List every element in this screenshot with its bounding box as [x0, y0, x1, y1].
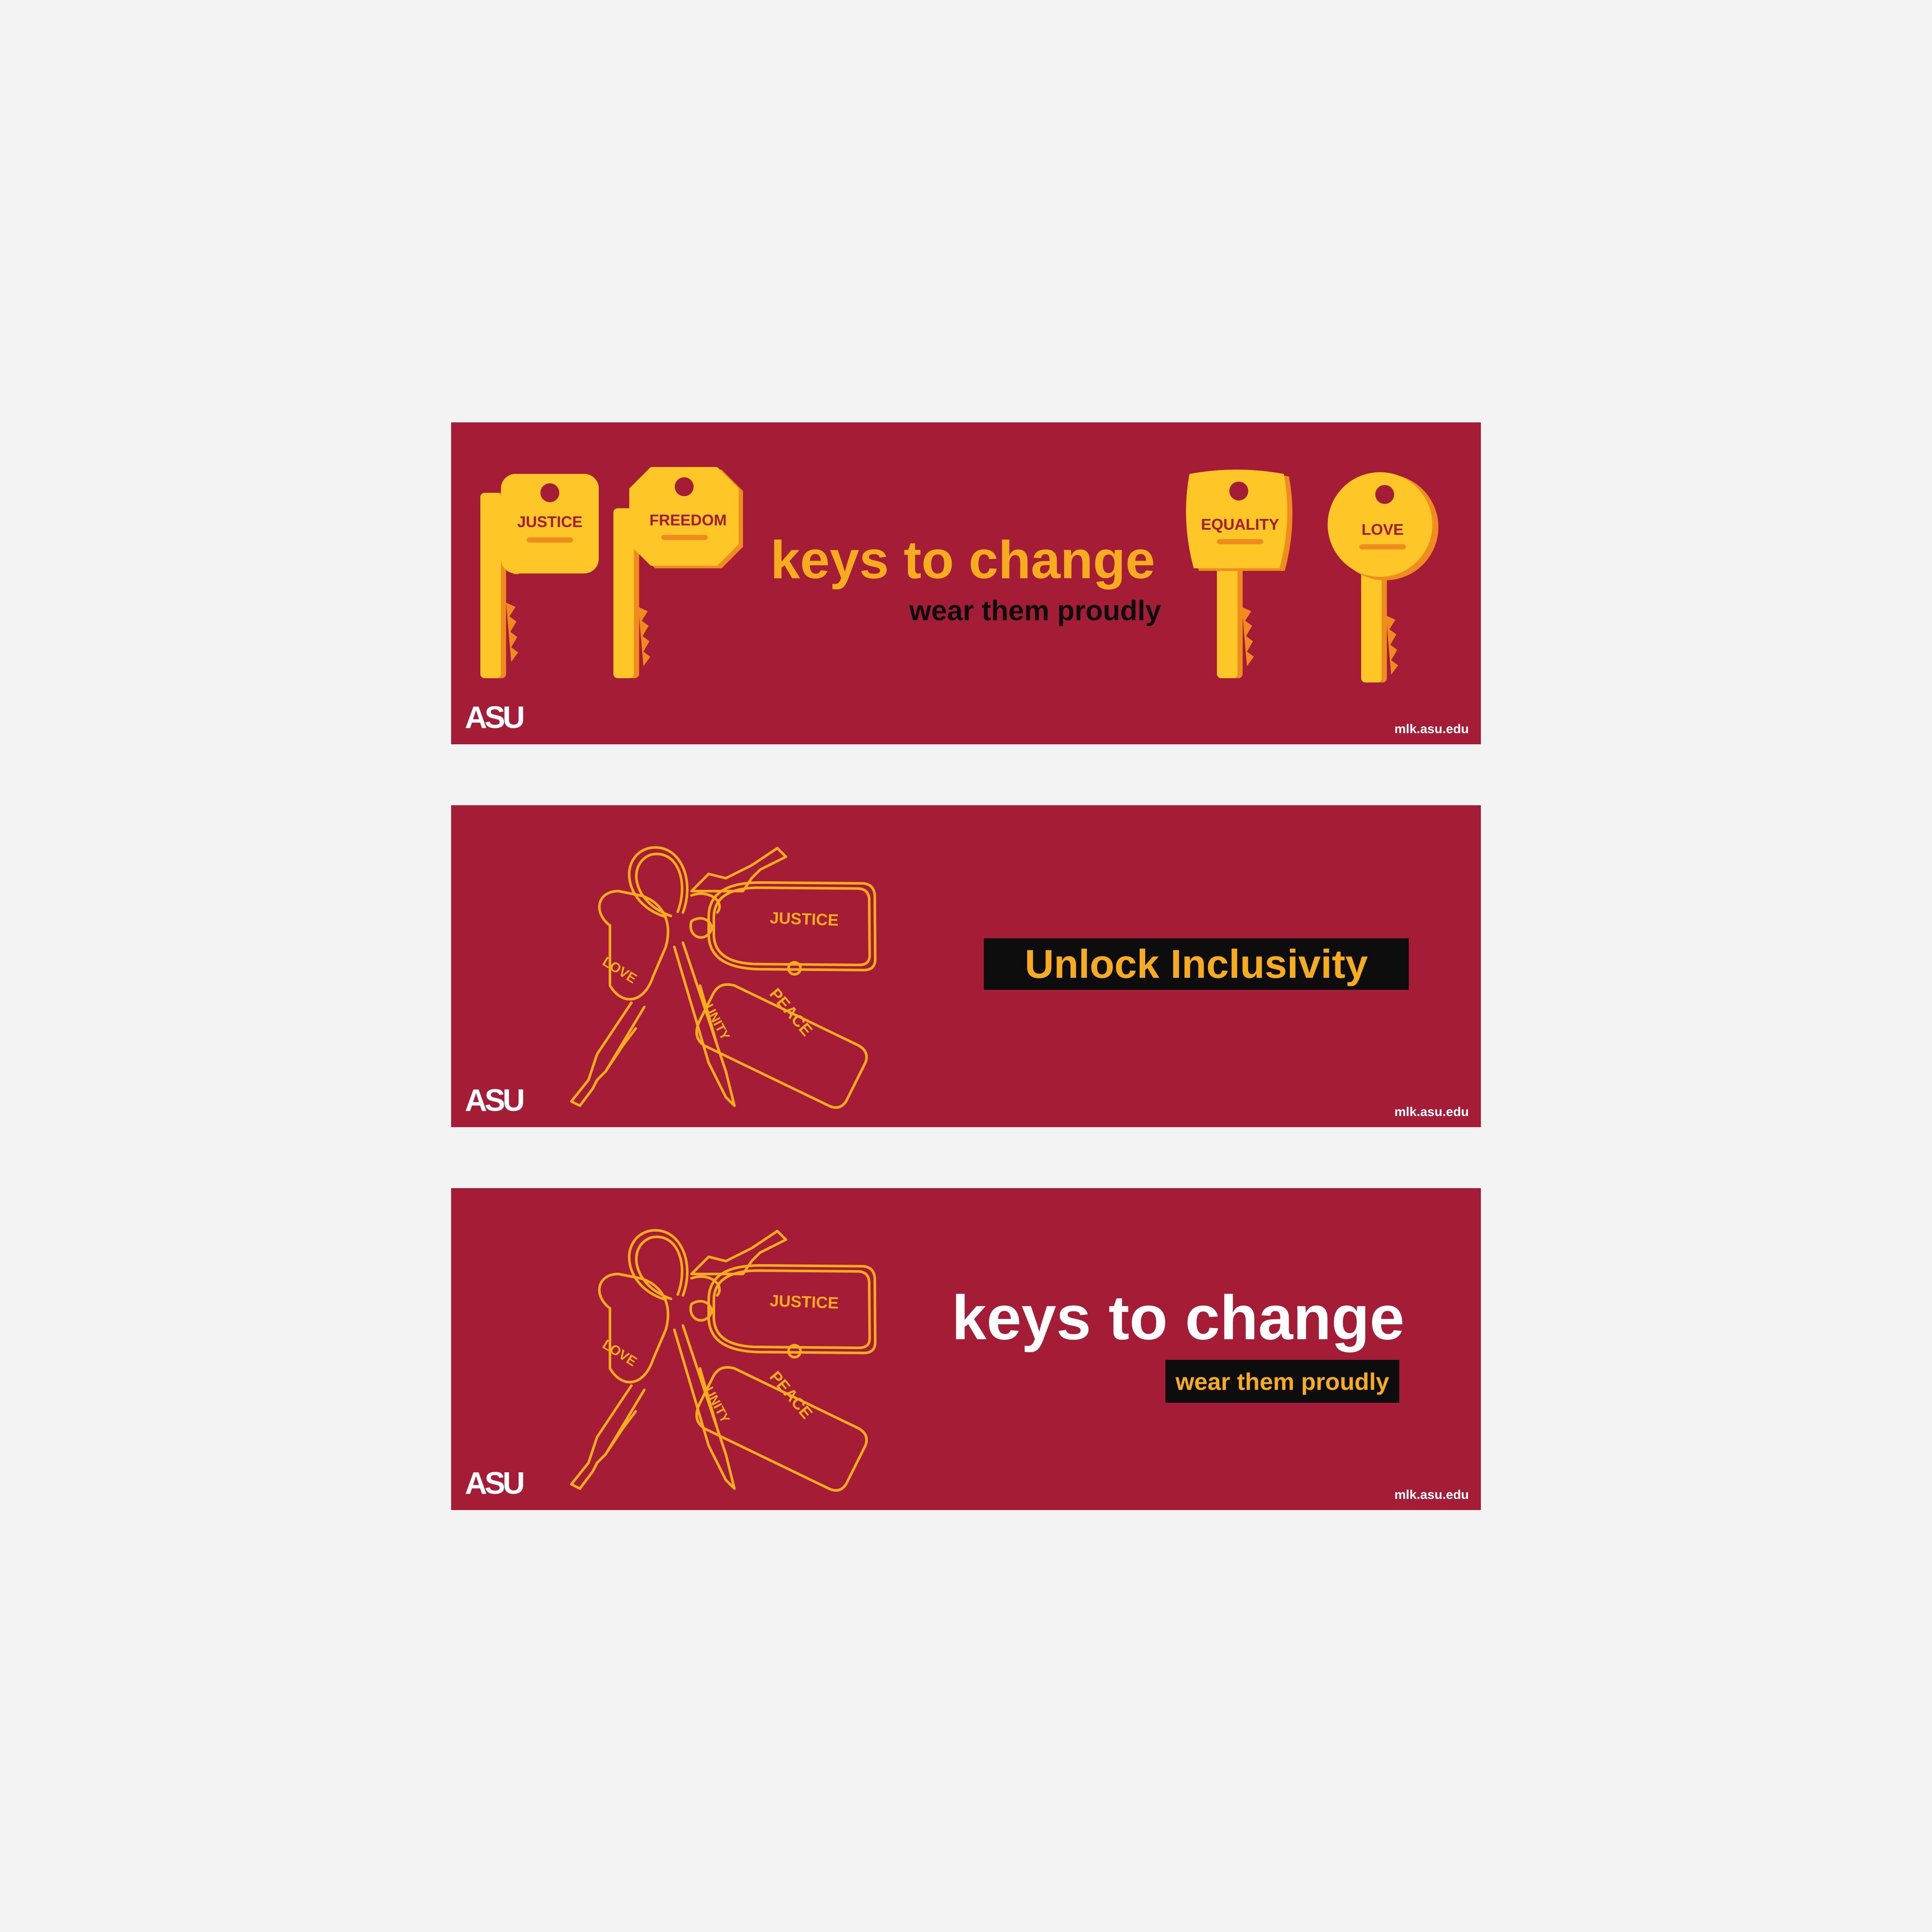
tag-label-unity: UNITY: [702, 1002, 732, 1043]
key-label-love: LOVE: [1362, 521, 1404, 538]
banner3-subtitle: wear them proudly: [1175, 1368, 1389, 1395]
site-url: mlk.asu.edu: [1394, 722, 1469, 736]
key-label-equality: EQUALITY: [1201, 516, 1279, 533]
tag-label-love: LOVE: [600, 1336, 640, 1369]
love-key-icon: LOVE: [1328, 472, 1438, 682]
keyring-icon: [570, 846, 877, 1109]
tag-label-love: LOVE: [600, 953, 640, 986]
banner1-subtitle: wear them proudly: [909, 594, 1161, 626]
banner2-headline: Unlock Inclusivity: [1025, 941, 1368, 986]
asu-logo: ASU: [465, 1083, 525, 1118]
headline-box: Unlock Inclusivity: [984, 938, 1409, 990]
asu-logo: ASU: [465, 1466, 525, 1501]
tag-label-peace: PEACE: [766, 1368, 816, 1422]
tag-label-unity: UNITY: [702, 1385, 732, 1425]
key-label-justice: JUSTICE: [517, 513, 582, 531]
banner-keys-to-change: JUSTICE FREEDOM EQUALITY LOVE keys to ch…: [451, 422, 1481, 744]
asu-logo: ASU: [465, 701, 525, 735]
justice-key-icon: JUSTICE: [480, 474, 599, 678]
subtitle-box: wear them proudly: [1165, 1360, 1399, 1403]
banner3-title: keys to change: [952, 1283, 1404, 1353]
key-label-freedom: FREEDOM: [649, 511, 727, 529]
equality-key-icon: EQUALITY: [1186, 470, 1292, 678]
tag-label-peace: PEACE: [766, 985, 816, 1040]
tag-label-justice: JUSTICE: [770, 909, 839, 930]
banner-keys-to-change-2: JUSTICE PEACE LOVE UNITY keys to change …: [451, 1188, 1481, 1510]
site-url: mlk.asu.edu: [1394, 1105, 1469, 1119]
tag-label-justice: JUSTICE: [770, 1292, 839, 1313]
freedom-key-icon: FREEDOM: [613, 467, 743, 678]
keyring-icon: [570, 1229, 877, 1492]
site-url: mlk.asu.edu: [1394, 1488, 1469, 1502]
banner-unlock-inclusivity: JUSTICE PEACE LOVE UNITY Unlock Inclusiv…: [451, 805, 1481, 1127]
banner1-title: keys to change: [770, 531, 1155, 590]
